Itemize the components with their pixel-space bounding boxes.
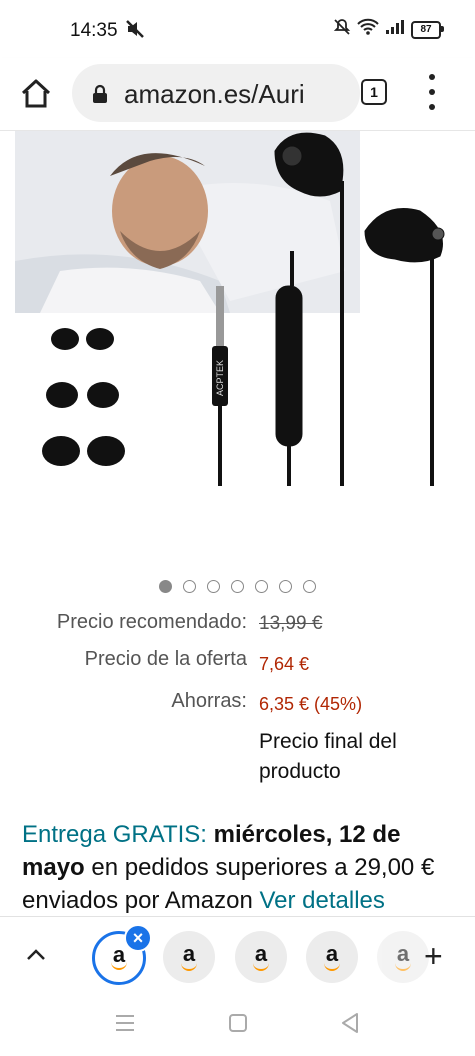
- savings-value: 6,35 € (45%): [259, 694, 363, 714]
- savings-label: Ahorras:: [171, 690, 247, 712]
- tab-amazon[interactable]: a: [306, 931, 358, 983]
- carousel-dot[interactable]: [207, 580, 220, 593]
- offer-price-label: Precio de la oferta: [84, 648, 247, 670]
- carousel-dot[interactable]: [279, 580, 292, 593]
- close-tab-icon[interactable]: ×: [124, 924, 152, 952]
- carousel-dot[interactable]: [183, 580, 196, 593]
- system-nav-bar: [0, 995, 475, 1056]
- tab-amazon[interactable]: a: [235, 931, 287, 983]
- carousel-dot[interactable]: [159, 580, 172, 593]
- browser-toolbar: amazon.es/Auri 1: [0, 58, 475, 131]
- tab-switcher-button[interactable]: 1: [361, 79, 387, 105]
- brand-label: ACPTEK: [215, 360, 225, 396]
- carousel-dot[interactable]: [231, 580, 244, 593]
- overflow-menu-icon[interactable]: [424, 74, 440, 110]
- recommended-price-value: 13,99 €: [259, 613, 323, 634]
- recent-apps-icon[interactable]: [114, 1013, 136, 1038]
- home-nav-icon[interactable]: [228, 1013, 248, 1038]
- address-bar[interactable]: amazon.es/Auri: [72, 64, 360, 122]
- lock-icon: [92, 84, 108, 109]
- back-nav-icon[interactable]: [340, 1012, 360, 1039]
- home-button[interactable]: [18, 76, 54, 112]
- status-time: 14:35: [70, 20, 118, 41]
- mute-icon: [124, 18, 146, 45]
- dnd-bell-icon: [333, 18, 351, 41]
- delivery-info: Entrega GRATIS: miércoles, 12 de mayo en…: [22, 818, 452, 917]
- see-details-link[interactable]: Ver detalles: [259, 887, 384, 914]
- carousel-dot[interactable]: [255, 580, 268, 593]
- tab-amazon[interactable]: a: [377, 931, 429, 983]
- tab-strip: a a a a a +: [0, 916, 475, 996]
- audio-jack: ACPTEK: [212, 286, 228, 486]
- product-image[interactable]: ACPTEK: [0, 131, 475, 541]
- chevron-up-icon[interactable]: [24, 943, 48, 972]
- recommended-price-label: Precio recomendado:: [56, 611, 247, 633]
- signal-icon: [385, 19, 405, 40]
- status-bar: 14:35 87: [0, 0, 475, 58]
- final-price-note: Precio final del producto: [259, 727, 397, 787]
- free-delivery-label: Entrega GRATIS:: [22, 821, 207, 848]
- tab-amazon[interactable]: a: [163, 931, 215, 983]
- new-tab-button[interactable]: +: [424, 940, 443, 972]
- status-icons: 87: [333, 18, 444, 41]
- image-carousel-dots: [0, 580, 475, 593]
- ear-tips: [42, 328, 125, 466]
- offer-price-value: 7,64 €: [259, 654, 310, 674]
- wifi-icon: [357, 18, 379, 41]
- final-price-note-line: producto: [259, 760, 341, 783]
- url-text: amazon.es/Auri: [124, 79, 305, 109]
- final-price-note-line: Precio final del: [259, 730, 397, 753]
- battery-icon: 87: [411, 20, 444, 39]
- carousel-dot[interactable]: [303, 580, 316, 593]
